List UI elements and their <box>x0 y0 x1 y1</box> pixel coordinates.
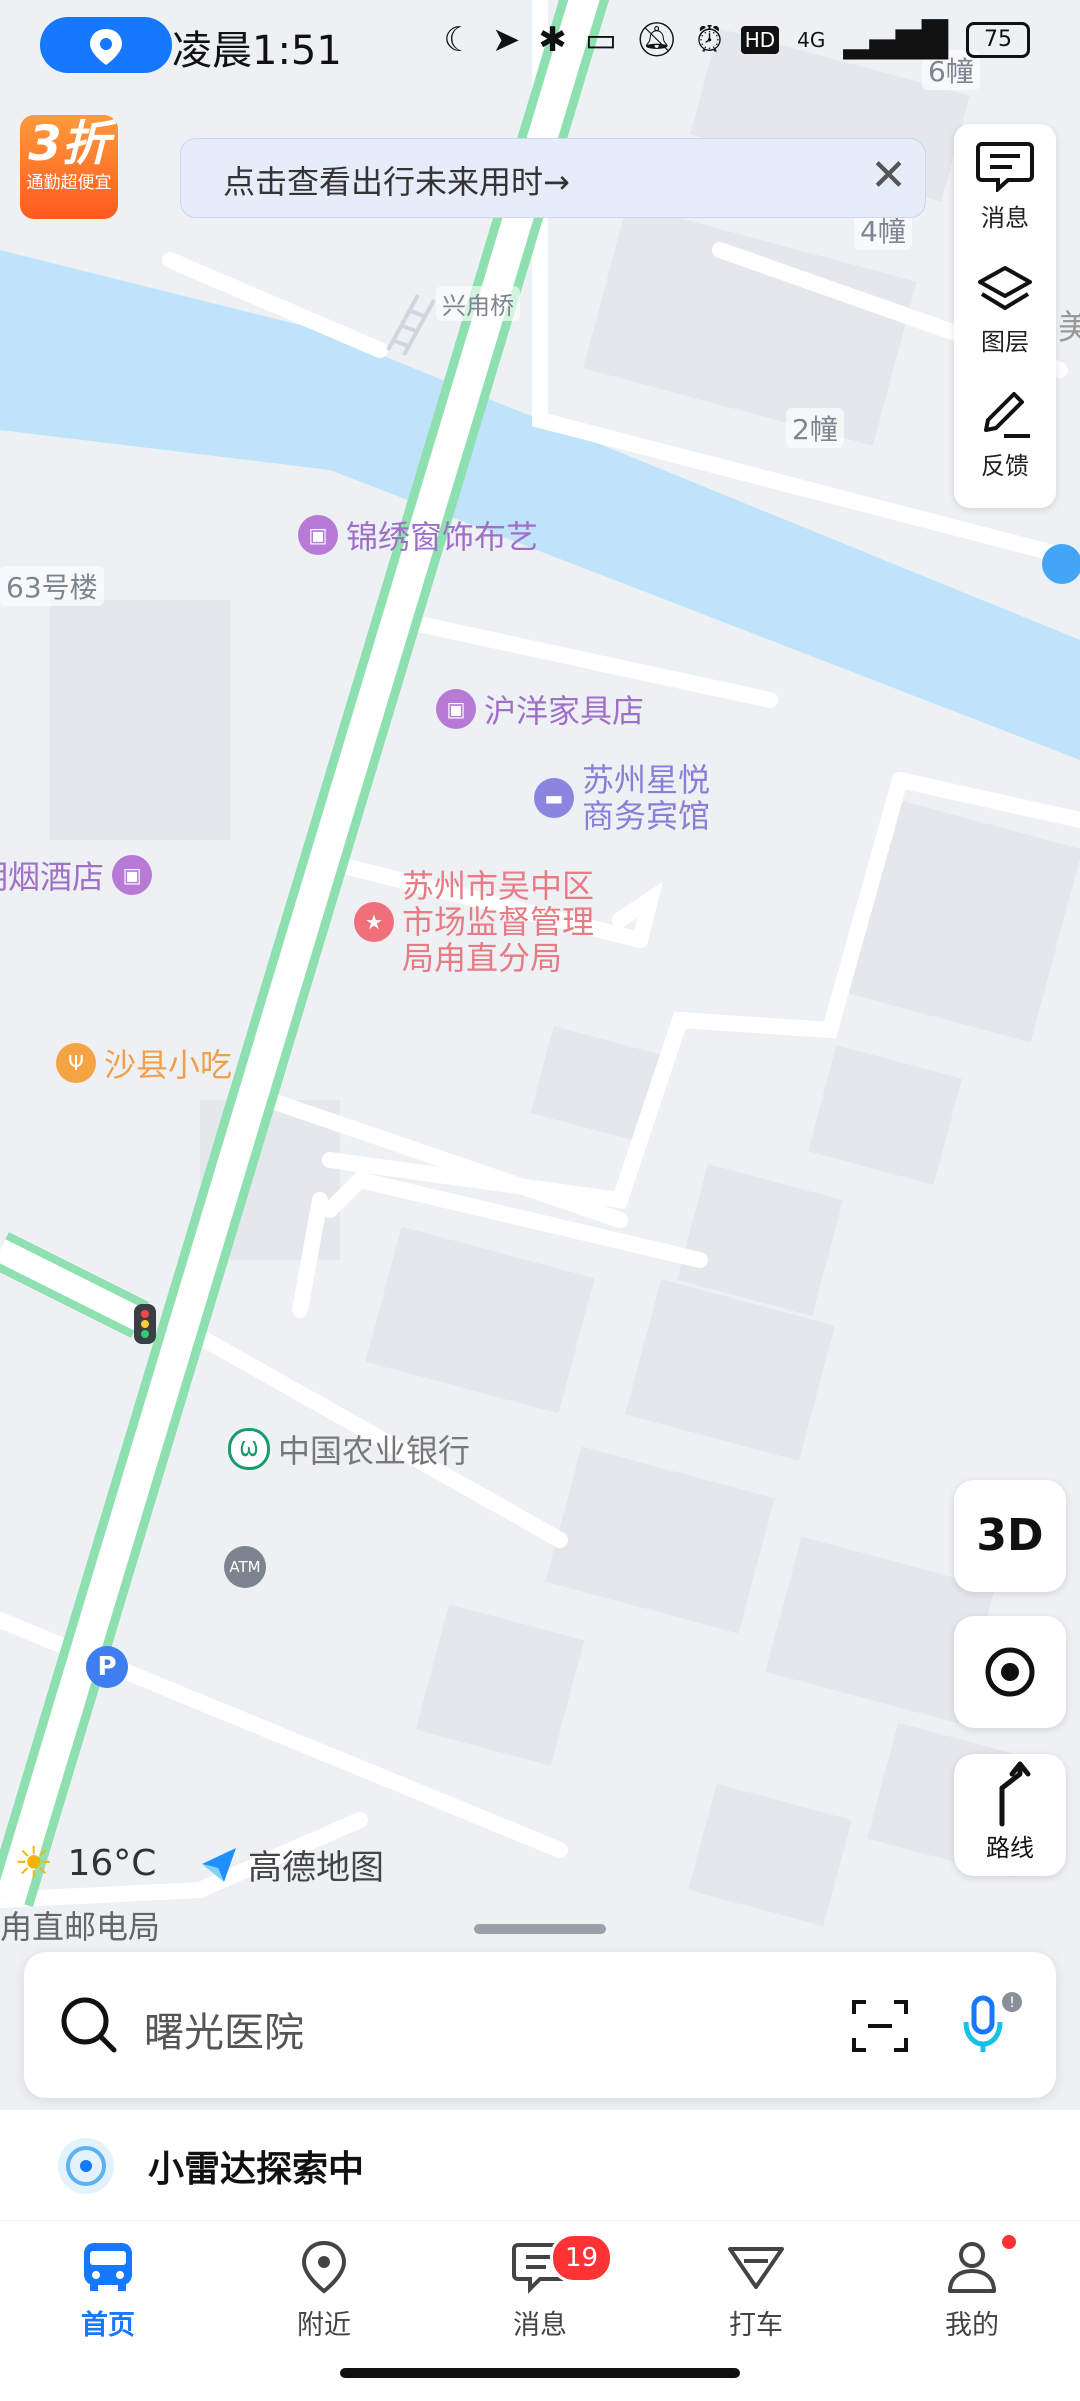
search-input[interactable]: 曙光医院 <box>144 2000 304 2058</box>
user-icon <box>948 2242 996 2293</box>
atm-icon[interactable]: ATM <box>224 1546 266 1588</box>
shop-icon: ▣ <box>436 689 476 729</box>
search-icon <box>61 1997 117 2053</box>
drag-handle[interactable] <box>474 1924 606 1934</box>
radar-bar[interactable]: 小雷达探索中 <box>0 2110 1080 2220</box>
message-icon <box>976 142 1034 192</box>
bus-icon <box>84 2243 132 2291</box>
home-indicator[interactable] <box>340 2368 740 2378</box>
notification-dot <box>1002 2235 1016 2249</box>
bank-icon: Ѡ <box>228 1428 270 1470</box>
poi-market-supervision[interactable]: ★ 苏州市吴中区 市场监督管理 局甪直分局 <box>354 868 594 976</box>
poi-xingyue[interactable]: ▬ 苏州星悦 商务宾馆 <box>534 762 710 834</box>
location-pin-icon <box>301 2240 347 2294</box>
3d-toggle-button[interactable]: 3D <box>954 1480 1066 1592</box>
layers-button[interactable]: 图层 <box>954 248 1056 368</box>
shop-icon: ▣ <box>298 515 338 555</box>
nav-taxi[interactable]: 打车 <box>686 2239 826 2342</box>
unread-badge: 19 <box>550 2233 614 2283</box>
search-bar[interactable]: 曙光医院 ! <box>24 1952 1056 2098</box>
poi-jinxiu[interactable]: ▣ 锦绣窗饰布艺 <box>298 512 538 558</box>
locate-button[interactable] <box>954 1616 1066 1728</box>
route-button[interactable]: 路线 <box>954 1754 1066 1876</box>
location-pin-icon <box>90 29 122 65</box>
government-icon: ★ <box>354 902 394 942</box>
poi-bank[interactable]: Ѡ 中国农业银行 <box>228 1426 470 1472</box>
commute-promo-badge[interactable]: 3折 通勤超便宜 <box>20 115 118 219</box>
scan-icon[interactable] <box>850 1996 910 2056</box>
voice-input-icon[interactable]: ! <box>956 1990 1026 2060</box>
poi-shaxian[interactable]: Ψ 沙县小吃 <box>56 1040 232 1086</box>
status-bar: 凌晨1:51 ☾ ➤ ✱ ▭ 🔕︎ ⏰︎ HD 4G ▂▄▆█ 75 <box>0 0 1080 90</box>
nav-profile[interactable]: 我的 <box>902 2235 1042 2342</box>
svg-text:!: ! <box>1009 1995 1015 2011</box>
taxi-icon <box>728 2247 784 2289</box>
poi-huyang[interactable]: ▣ 沪洋家具店 <box>436 686 644 732</box>
weather-widget[interactable]: ☀ 16°C <box>14 1838 156 1889</box>
amap-logo-icon <box>202 1847 236 1882</box>
route-arrow-icon <box>999 1761 1031 1827</box>
feedback-button[interactable]: 反馈 <box>954 372 1056 492</box>
network-icon: 4G <box>797 28 826 52</box>
partial-label: 美 <box>1058 308 1080 348</box>
bluetooth-icon: ✱ <box>538 20 567 60</box>
location-indicator <box>40 17 172 73</box>
battery-icon: 75 <box>966 22 1030 58</box>
map-toolbar: 消息 图层 反馈 <box>954 124 1056 508</box>
poi-yanjiu[interactable]: 明烟酒店 ▣ <box>0 852 153 898</box>
restaurant-icon: Ψ <box>56 1043 96 1083</box>
locate-icon <box>985 1647 1035 1697</box>
vibrate-icon: ▭ <box>584 20 618 60</box>
bridge-label: 兴甪桥 <box>436 286 520 321</box>
mute-icon: 🔕︎ <box>635 20 679 60</box>
nav-nearby[interactable]: 附近 <box>254 2239 394 2342</box>
close-icon[interactable]: ✕ <box>870 153 907 199</box>
navigation-icon: ➤ <box>491 20 521 60</box>
layers-icon <box>978 266 1032 310</box>
clock: 凌晨1:51 <box>172 28 342 74</box>
signal-icon: ▂▄▆█ <box>843 20 948 60</box>
shop-icon: ▣ <box>112 855 153 895</box>
edit-icon <box>984 392 1030 438</box>
hotel-icon: ▬ <box>534 778 574 818</box>
poi-post-office[interactable]: 甪直邮电局 <box>0 1902 160 1948</box>
building-label: 2幢 <box>786 408 844 448</box>
hd-icon: HD <box>740 26 780 54</box>
moon-icon: ☾ <box>443 20 474 60</box>
alarm-icon: ⏰︎ <box>696 20 723 60</box>
sun-icon: ☀ <box>14 1838 54 1889</box>
amap-logo: 高德地图 <box>198 1840 384 1889</box>
parking-icon[interactable]: P <box>86 1646 128 1688</box>
radar-icon <box>58 2138 114 2194</box>
transit-icon[interactable] <box>1042 544 1080 584</box>
building-label: 63号楼 <box>0 566 104 606</box>
nav-messages[interactable]: 19 消息 <box>470 2233 614 2342</box>
messages-button[interactable]: 消息 <box>954 124 1056 244</box>
nav-home[interactable]: 首页 <box>38 2239 178 2342</box>
travel-time-notice[interactable]: 点击查看出行未来用时→ ✕ <box>180 138 926 218</box>
